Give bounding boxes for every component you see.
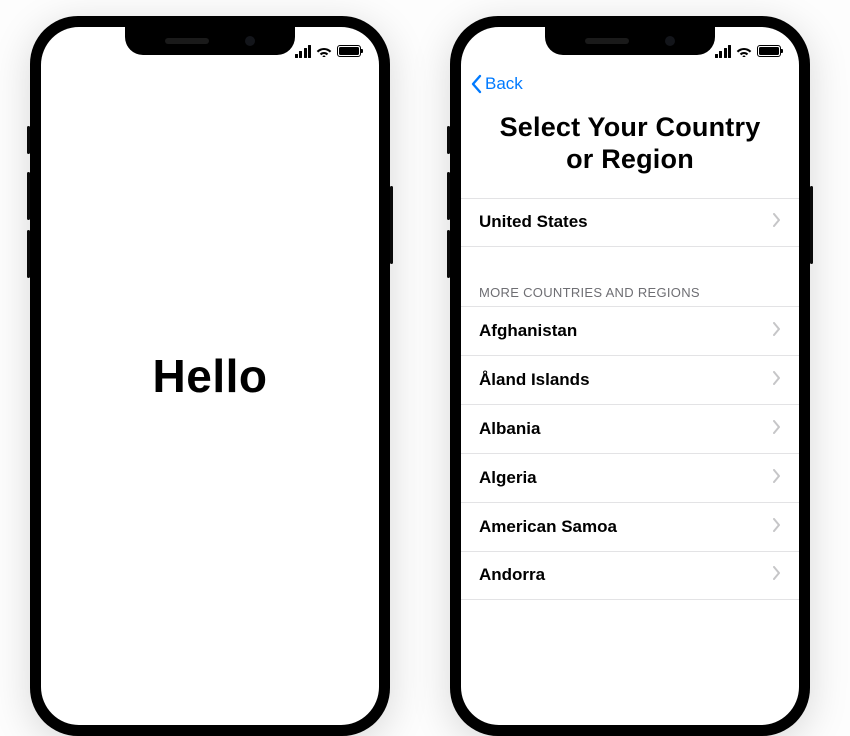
chevron-right-icon	[773, 468, 781, 488]
country-label: Åland Islands	[479, 370, 590, 390]
wifi-icon	[316, 45, 332, 57]
country-label: American Samoa	[479, 517, 617, 537]
cellular-signal-icon	[715, 45, 732, 58]
device-notch	[545, 27, 715, 55]
chevron-left-icon	[471, 74, 483, 94]
battery-icon	[757, 45, 781, 57]
chevron-right-icon	[773, 370, 781, 390]
country-label: Afghanistan	[479, 321, 577, 341]
wifi-icon	[736, 45, 752, 57]
country-list: Afghanistan Åland Islands Albania Algeria Am…	[461, 306, 799, 600]
screen-select-country: Back Select Your Country or Region Unite…	[461, 27, 799, 725]
country-item[interactable]: Andorra	[461, 551, 799, 600]
chevron-right-icon	[773, 419, 781, 439]
country-label: United States	[479, 212, 588, 232]
device-notch	[125, 27, 295, 55]
section-header-more: MORE COUNTRIES AND REGIONS	[461, 285, 799, 306]
country-item[interactable]: Algeria	[461, 453, 799, 502]
back-label: Back	[485, 74, 523, 94]
battery-icon	[337, 45, 361, 57]
country-label: Andorra	[479, 565, 545, 585]
country-item[interactable]: Åland Islands	[461, 355, 799, 404]
cellular-signal-icon	[295, 45, 312, 58]
country-item-suggested[interactable]: United States	[461, 198, 799, 247]
chevron-right-icon	[773, 321, 781, 341]
chevron-right-icon	[773, 517, 781, 537]
greeting-text: Hello	[153, 349, 268, 403]
country-label: Algeria	[479, 468, 537, 488]
navigation-bar: Back	[461, 67, 799, 97]
phone-device-left: Hello	[30, 16, 390, 736]
chevron-right-icon	[773, 212, 781, 232]
page-title: Select Your Country or Region	[461, 97, 799, 198]
country-item[interactable]: American Samoa	[461, 502, 799, 551]
country-label: Albania	[479, 419, 540, 439]
screen-hello: Hello	[41, 27, 379, 725]
chevron-right-icon	[773, 565, 781, 585]
country-item[interactable]: Afghanistan	[461, 306, 799, 355]
country-item[interactable]: Albania	[461, 404, 799, 453]
back-button[interactable]: Back	[471, 74, 523, 94]
phone-device-right: Back Select Your Country or Region Unite…	[450, 16, 810, 736]
